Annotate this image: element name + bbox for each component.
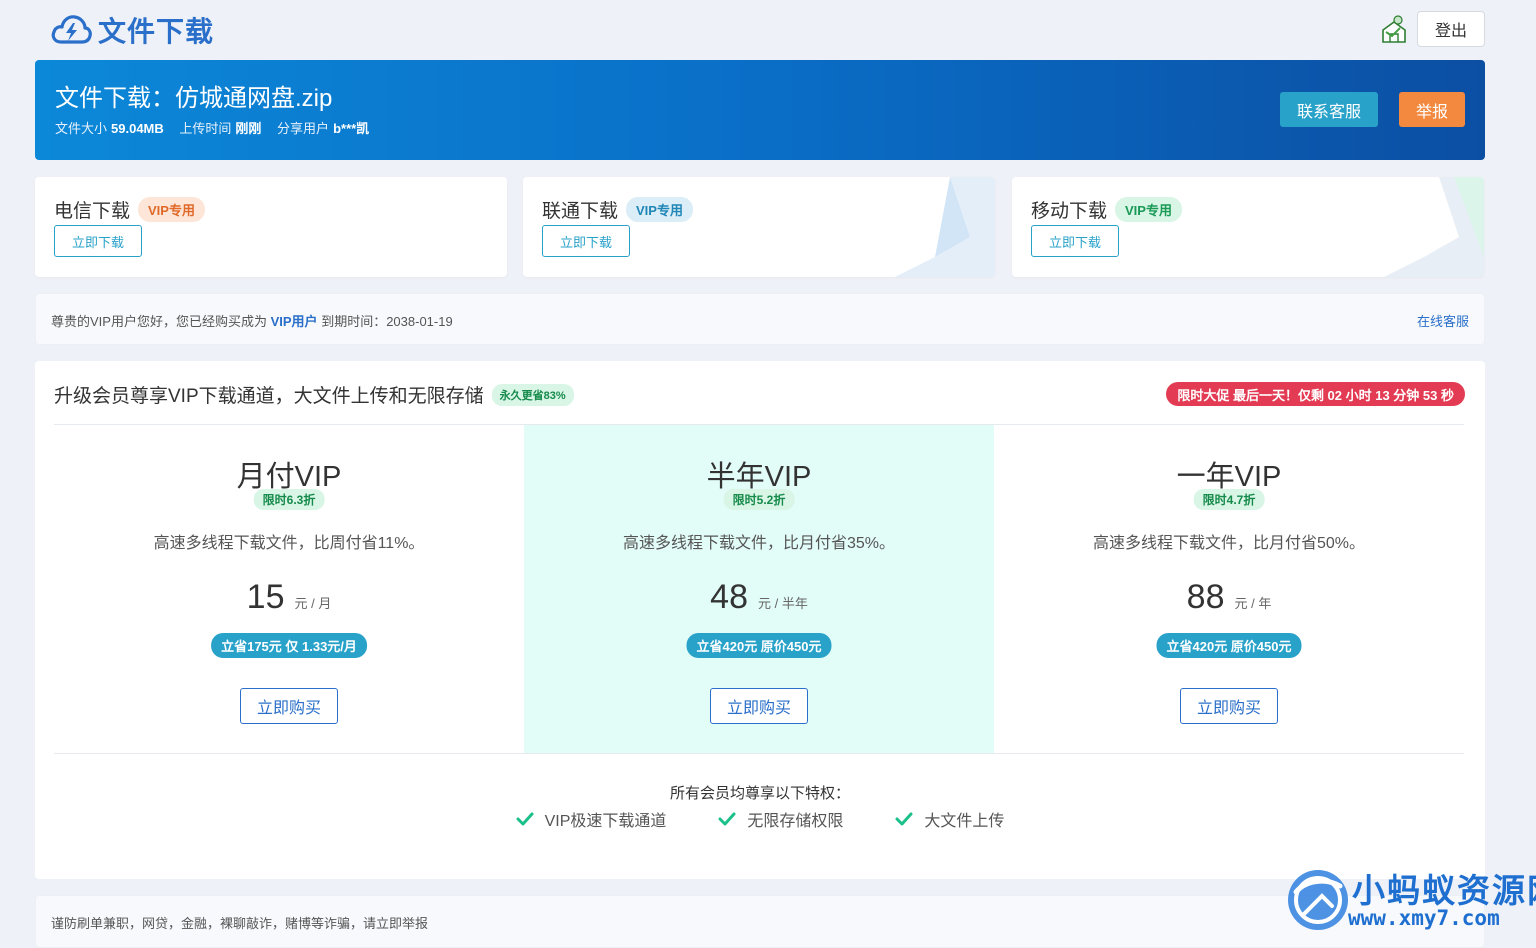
check-icon bbox=[895, 812, 913, 826]
file-title: 文件下载：仿城通网盘.zip bbox=[55, 85, 333, 112]
logo-text: 文件下载 bbox=[98, 16, 215, 47]
fraud-warning-bar: 谨防刷单兼职，网贷，金融，裸聊敲诈，赌博等诈骗，请立即举报 bbox=[35, 895, 1485, 948]
logout-button[interactable]: 登出 bbox=[1417, 11, 1485, 47]
plan-yearly: 一年VIP 限时4.7折 高速多线程下载文件，比月付省50%。 88 元 / 年… bbox=[994, 425, 1464, 753]
upload-time-value: 刚刚 bbox=[235, 121, 262, 136]
ant-logo-icon bbox=[1288, 870, 1348, 930]
perk-label: 大文件上传 bbox=[924, 813, 1005, 830]
price-unit: 元 / 年 bbox=[1234, 596, 1272, 611]
download-now-button[interactable]: 立即下载 bbox=[1031, 225, 1119, 257]
upgrade-section: 升级会员尊享VIP下载通道，大文件上传和无限存储 永久更省83% 限时大促 最后… bbox=[35, 361, 1485, 879]
download-card-title: 电信下载 bbox=[54, 201, 131, 222]
download-card-unicom: 联通下载 VIP专用 立即下载 bbox=[523, 177, 995, 277]
buy-now-button[interactable]: 立即购买 bbox=[1180, 688, 1278, 724]
logo[interactable]: 文件下载 bbox=[50, 10, 214, 50]
perks-list: VIP极速下载通道 无限存储权限 大文件上传 bbox=[35, 807, 1485, 831]
watermark-title: 小蚂蚁资源网 bbox=[1352, 872, 1536, 909]
vip-notice-message: 尊贵的VIP用户您好，您已经购买成为 VIP用户 到期时间：2038-01-19 bbox=[51, 314, 453, 329]
plan-save-badge: 立省175元 仅 1.33元/月 bbox=[211, 633, 367, 658]
download-now-button[interactable]: 立即下载 bbox=[542, 225, 630, 257]
download-card-title: 移动下载 bbox=[1031, 201, 1108, 222]
perk-item: VIP极速下载通道 bbox=[516, 807, 667, 831]
vip-badge: VIP专用 bbox=[138, 197, 205, 222]
price-amount: 88 bbox=[1186, 578, 1225, 616]
perks-title: 所有会员均尊享以下特权： bbox=[669, 785, 850, 802]
user-avatar-icon[interactable] bbox=[1380, 12, 1410, 46]
file-size-label: 文件大小 bbox=[55, 121, 108, 136]
perk-label: 无限存储权限 bbox=[747, 813, 844, 830]
plan-discount-badge: 限时6.3折 bbox=[253, 489, 325, 510]
plan-save-badge: 立省420元 原价450元 bbox=[686, 633, 832, 658]
download-now-button[interactable]: 立即下载 bbox=[54, 225, 142, 257]
file-meta: 文件大小 59.04MB 上传时间 刚刚 分享用户 b***凯 bbox=[55, 118, 369, 137]
share-user-label: 分享用户 bbox=[277, 121, 330, 136]
top-bar: 文件下载 登出 bbox=[0, 0, 1536, 58]
expiry-date: 2038-01-19 bbox=[386, 314, 453, 329]
price-amount: 48 bbox=[710, 578, 748, 616]
promo-countdown-badge: 限时大促 最后一天！仅剩 02 小时 13 分钟 53 秒 bbox=[1166, 382, 1465, 406]
plan-price: 88 元 / 年 bbox=[994, 578, 1464, 617]
plan-price: 48 元 / 半年 bbox=[524, 578, 994, 617]
perk-label: VIP极速下载通道 bbox=[544, 813, 667, 830]
download-card-title: 联通下载 bbox=[542, 201, 619, 222]
watermark: 小蚂蚁资源网 www.xmy7.com bbox=[1282, 860, 1536, 948]
vip-user-highlight: VIP用户 bbox=[270, 314, 318, 329]
plan-half-year: 半年VIP 限时5.2折 高速多线程下载文件，比月付省35%。 48 元 / 半… bbox=[524, 425, 994, 753]
save-badge: 永久更省83% bbox=[491, 383, 574, 406]
download-card-telecom: 电信下载 VIP专用 立即下载 bbox=[35, 177, 507, 277]
perk-item: 无限存储权限 bbox=[718, 807, 843, 831]
price-unit: 元 / 月 bbox=[294, 596, 332, 611]
plan-discount-badge: 限时5.2折 bbox=[723, 489, 795, 510]
upgrade-title: 升级会员尊享VIP下载通道，大文件上传和无限存储 bbox=[54, 386, 484, 407]
cloud-lightning-icon bbox=[51, 15, 92, 44]
check-icon bbox=[718, 812, 736, 826]
perk-item: 大文件上传 bbox=[895, 807, 1004, 831]
fraud-warning-message: 谨防刷单兼职，网贷，金融，裸聊敲诈，赌博等诈骗，请立即举报 bbox=[51, 916, 429, 931]
buy-now-button[interactable]: 立即购买 bbox=[710, 688, 808, 724]
contact-support-button[interactable]: 联系客服 bbox=[1280, 92, 1378, 127]
report-button[interactable]: 举报 bbox=[1399, 92, 1465, 127]
file-size-value: 59.04MB bbox=[111, 121, 164, 136]
plan-discount-badge: 限时4.7折 bbox=[1193, 489, 1265, 510]
price-amount: 15 bbox=[246, 578, 285, 616]
plan-description: 高速多线程下载文件，比周付省11%。 bbox=[153, 535, 425, 552]
plan-price: 15 元 / 月 bbox=[54, 578, 524, 617]
check-icon bbox=[516, 812, 534, 826]
plan-description: 高速多线程下载文件，比月付省50%。 bbox=[1092, 535, 1366, 552]
watermark-url: www.xmy7.com bbox=[1348, 906, 1500, 930]
vip-badge: VIP专用 bbox=[626, 197, 693, 222]
upload-time-label: 上传时间 bbox=[179, 121, 232, 136]
file-banner: 文件下载：仿城通网盘.zip 文件大小 59.04MB 上传时间 刚刚 分享用户 b*… bbox=[35, 60, 1485, 160]
corner-decoration bbox=[895, 177, 995, 277]
corner-decoration bbox=[1384, 177, 1484, 277]
vip-notice-bar: 尊贵的VIP用户您好，您已经购买成为 VIP用户 到期时间：2038-01-19… bbox=[35, 293, 1485, 345]
online-support-link[interactable]: 在线客服 bbox=[1417, 311, 1469, 330]
share-user-value: b***凯 bbox=[333, 121, 370, 136]
download-card-mobile: 移动下载 VIP专用 立即下载 bbox=[1012, 177, 1484, 277]
plan-monthly: 月付VIP 限时6.3折 高速多线程下载文件，比周付省11%。 15 元 / 月… bbox=[54, 425, 524, 753]
buy-now-button[interactable]: 立即购买 bbox=[240, 688, 338, 724]
vip-badge: VIP专用 bbox=[1115, 197, 1182, 222]
plan-description: 高速多线程下载文件，比月付省35%。 bbox=[622, 535, 896, 552]
plan-save-badge: 立省420元 原价450元 bbox=[1156, 633, 1302, 658]
divider bbox=[54, 753, 1464, 754]
price-unit: 元 / 半年 bbox=[757, 596, 808, 611]
